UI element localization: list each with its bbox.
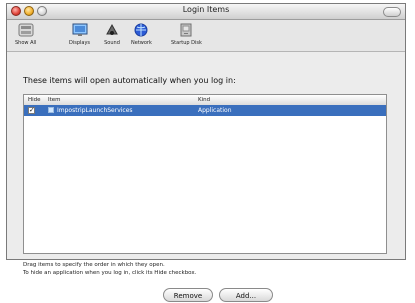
show-all-icon bbox=[17, 22, 35, 38]
hide-checkbox[interactable]: ✓ bbox=[28, 106, 35, 114]
item-name: ImpostripLaunchServices bbox=[57, 107, 133, 114]
column-header-item[interactable]: Item bbox=[48, 97, 61, 103]
toolbar-show-all-label: Show All bbox=[15, 40, 37, 46]
window: Login Items Show All Displays Sound Netw… bbox=[6, 3, 406, 302]
toolbar-startup-disk-label: Startup Disk bbox=[171, 40, 202, 46]
toolbar-show-all[interactable]: Show All bbox=[15, 22, 36, 46]
login-items-list[interactable]: Hide Item Kind ✓ ImpostripLaunchServices… bbox=[23, 94, 387, 254]
checkmark-icon: ✓ bbox=[29, 106, 35, 114]
toolbar-sound-label: Sound bbox=[104, 40, 120, 46]
remove-button[interactable]: Remove bbox=[163, 288, 213, 302]
content: These items will open automatically when… bbox=[7, 52, 405, 302]
column-header-kind[interactable]: Kind bbox=[198, 97, 210, 103]
title-bar: Login Items bbox=[7, 4, 405, 20]
toolbar-network-label: Network bbox=[131, 40, 152, 46]
application-icon bbox=[48, 107, 54, 113]
toolbar-displays-label: Displays bbox=[69, 40, 91, 46]
startup-disk-icon bbox=[177, 22, 195, 38]
toolbar-toggle-icon[interactable] bbox=[383, 7, 401, 17]
toolbar-sound[interactable]: Sound bbox=[103, 22, 121, 46]
window-title: Login Items bbox=[182, 5, 230, 14]
toolbar-network[interactable]: Network bbox=[131, 22, 152, 46]
toolbar-startup-disk[interactable]: Startup Disk bbox=[171, 22, 202, 46]
list-item[interactable]: ✓ ImpostripLaunchServices Application bbox=[24, 105, 386, 116]
network-icon bbox=[132, 22, 150, 38]
add-button[interactable]: Add... bbox=[219, 288, 273, 302]
login-items-heading: These items will open automatically when… bbox=[23, 76, 236, 85]
sound-icon bbox=[103, 22, 121, 38]
toolbar-displays[interactable]: Displays bbox=[69, 22, 90, 46]
item-kind: Application bbox=[198, 107, 232, 114]
column-header-hide[interactable]: Hide bbox=[28, 97, 41, 103]
displays-icon bbox=[71, 22, 89, 38]
footer-instruction-2: To hide an application when you log in, … bbox=[23, 270, 197, 276]
toolbar: Show All Displays Sound Network Startup … bbox=[7, 20, 405, 52]
